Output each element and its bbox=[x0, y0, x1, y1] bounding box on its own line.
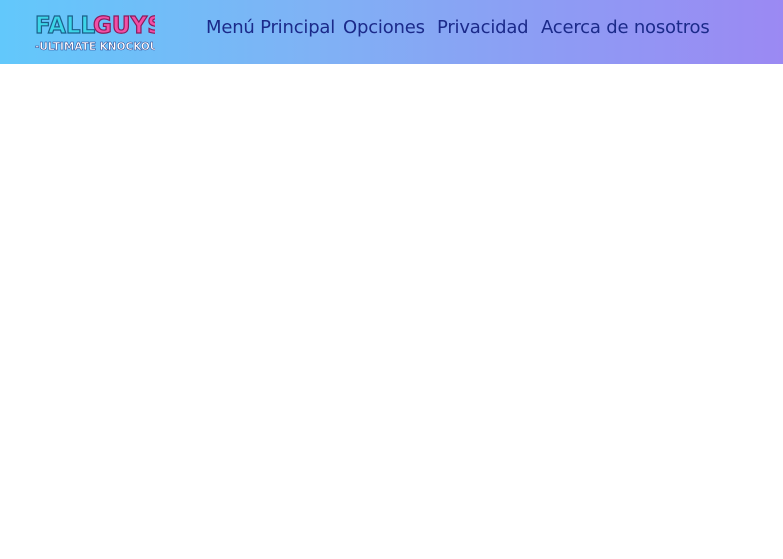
nav-privacy[interactable]: Privacidad bbox=[437, 17, 529, 38]
nav-main-menu[interactable]: Menú Principal bbox=[206, 17, 335, 38]
logo-graphic: FALL GUYS -ULTIMATE KNOCKOUT- bbox=[34, 12, 155, 53]
main-content-area bbox=[0, 64, 783, 559]
fall-guys-logo[interactable]: FALL GUYS -ULTIMATE KNOCKOUT- bbox=[33, 8, 155, 56]
logo-guys-text: GUYS bbox=[93, 13, 155, 39]
nav-about-us[interactable]: Acerca de nosotros bbox=[541, 17, 710, 38]
logo-fall-text: FALL bbox=[35, 13, 96, 39]
nav-options[interactable]: Opciones bbox=[343, 17, 425, 38]
top-nav-bar: FALL GUYS -ULTIMATE KNOCKOUT- Menú Princ… bbox=[0, 0, 783, 64]
logo-subtitle-text: -ULTIMATE KNOCKOUT- bbox=[35, 41, 155, 53]
